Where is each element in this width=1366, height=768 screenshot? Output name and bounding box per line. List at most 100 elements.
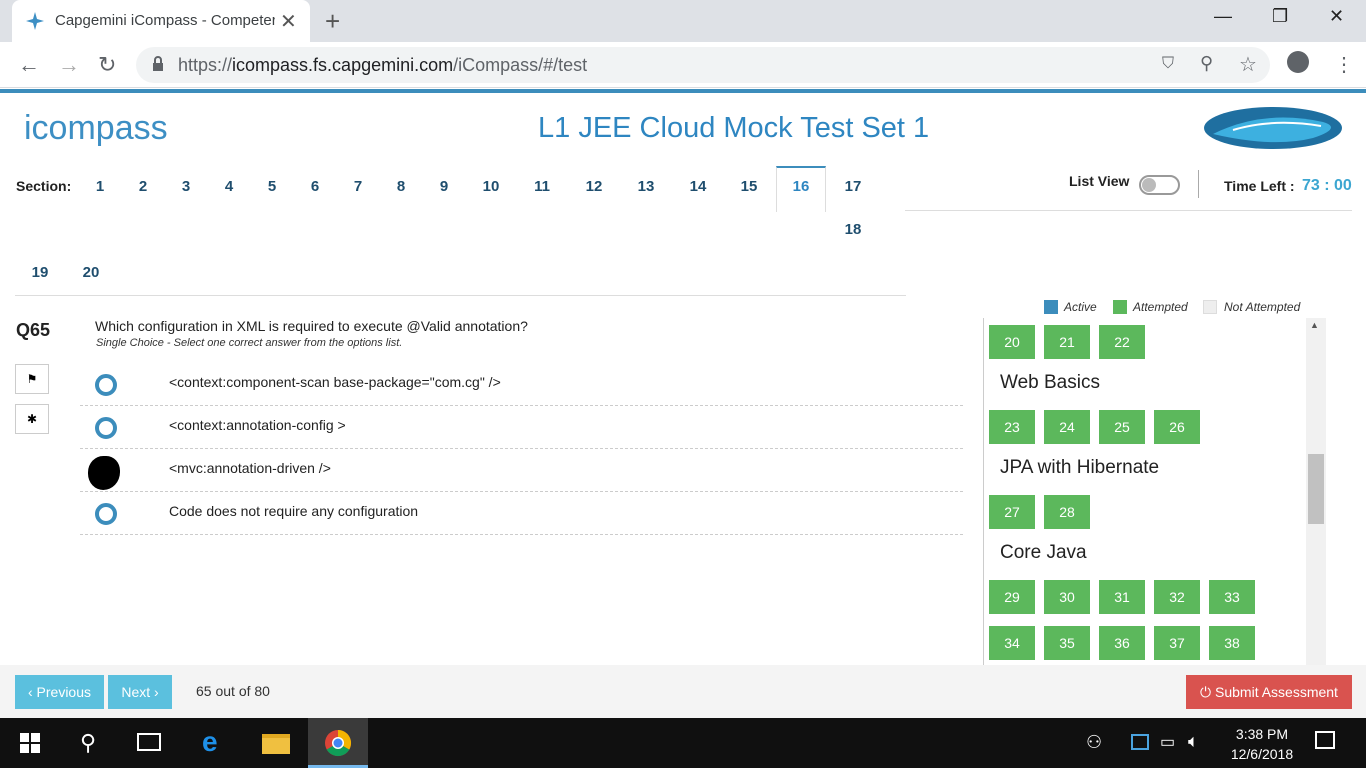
section-tab-10[interactable]: 10 <box>471 178 511 195</box>
chrome-taskbar-icon[interactable] <box>308 718 368 768</box>
section-tab-7[interactable]: 7 <box>338 178 378 195</box>
new-tab-icon[interactable]: + <box>325 6 340 37</box>
question-jump-23[interactable]: 23 <box>989 410 1035 444</box>
bug-icon: ✱ <box>26 412 38 426</box>
zoom-icon[interactable]: ⚲ <box>1200 53 1213 74</box>
time-left-value: 73 : 00 <box>1302 177 1352 194</box>
section-tab-2[interactable]: 2 <box>123 178 163 195</box>
section-tab-15[interactable]: 15 <box>729 178 769 195</box>
report-bug-button[interactable]: ✱ <box>15 404 49 434</box>
group-heading: Core Java <box>1000 542 1087 563</box>
question-jump-31[interactable]: 31 <box>1099 580 1145 614</box>
section-tab-5[interactable]: 5 <box>252 178 292 195</box>
section-tab-12[interactable]: 12 <box>574 178 614 195</box>
lock-icon <box>153 56 163 71</box>
question-jump-27[interactable]: 27 <box>989 495 1035 529</box>
browser-tab[interactable]: Capgemini iCompass - Competer ✕ <box>12 0 310 42</box>
answer-option[interactable]: Code does not require any configuration <box>80 492 963 535</box>
section-tab-9[interactable]: 9 <box>424 178 464 195</box>
notifications-icon[interactable] <box>1315 731 1335 749</box>
reload-icon[interactable]: ↻ <box>98 52 116 78</box>
clock-date: 12/6/2018 <box>1230 746 1294 762</box>
question-jump-24[interactable]: 24 <box>1044 410 1090 444</box>
section-tab-18[interactable]: 18 <box>833 221 873 238</box>
question-jump-35[interactable]: 35 <box>1044 626 1090 660</box>
question-jump-37[interactable]: 37 <box>1154 626 1200 660</box>
question-jump-33[interactable]: 33 <box>1209 580 1255 614</box>
menu-icon[interactable]: ⋮ <box>1334 52 1354 77</box>
toggle-knob <box>1142 178 1156 192</box>
start-button[interactable] <box>0 718 60 768</box>
restore-icon[interactable]: ❐ <box>1272 6 1288 27</box>
question-jump-34[interactable]: 34 <box>989 626 1035 660</box>
star-icon[interactable]: ☆ <box>1239 52 1257 77</box>
group-heading: JPA with Hibernate <box>1000 457 1160 478</box>
option-text: <mvc:annotation-driven /> <box>169 460 331 476</box>
radio-button[interactable] <box>95 503 117 525</box>
browser-toolbar: ← → ↻ https://icompass.fs.capgemini.com/… <box>0 42 1366 88</box>
question-jump-28[interactable]: 28 <box>1044 495 1090 529</box>
people-icon[interactable]: ⚇ <box>1086 732 1102 753</box>
volume-icon[interactable]: 🔈︎ <box>1188 731 1199 752</box>
section-tab-14[interactable]: 14 <box>678 178 718 195</box>
answer-option[interactable]: <mvc:annotation-driven /> <box>80 449 963 492</box>
minimize-icon[interactable]: — <box>1214 6 1232 27</box>
next-button[interactable]: Next › <box>108 675 172 709</box>
section-tab-16[interactable]: 16 <box>781 178 821 195</box>
question-jump-32[interactable]: 32 <box>1154 580 1200 614</box>
question-jump-22[interactable]: 22 <box>1099 325 1145 359</box>
question-jump-36[interactable]: 36 <box>1099 626 1145 660</box>
address-bar[interactable]: https://icompass.fs.capgemini.com/iCompa… <box>136 47 1270 83</box>
search-icon[interactable]: ⚲ <box>60 718 120 768</box>
radio-selected[interactable] <box>88 456 120 490</box>
shield-icon[interactable]: ⛉ <box>1162 55 1174 73</box>
taskbar-clock[interactable]: 3:38 PM 12/6/2018 <box>1226 724 1298 764</box>
question-jump-25[interactable]: 25 <box>1099 410 1145 444</box>
section-tab-1[interactable]: 1 <box>80 178 120 195</box>
answer-option[interactable]: <context:component-scan base-package="co… <box>80 363 963 406</box>
question-instructions: Single Choice - Select one correct answe… <box>96 337 403 349</box>
section-tab-8[interactable]: 8 <box>381 178 421 195</box>
answer-option[interactable]: <context:annotation-config > <box>80 406 963 449</box>
previous-button[interactable]: ‹ Previous <box>15 675 104 709</box>
section-tab-13[interactable]: 13 <box>626 178 666 195</box>
tab-close-icon[interactable]: ✕ <box>280 9 297 34</box>
list-view-toggle[interactable] <box>1139 175 1180 195</box>
question-jump-26[interactable]: 26 <box>1154 410 1200 444</box>
task-view-icon[interactable] <box>120 718 180 768</box>
forward-icon[interactable]: → <box>58 52 80 78</box>
radio-button[interactable] <box>95 374 117 396</box>
question-jump-38[interactable]: 38 <box>1209 626 1255 660</box>
window-close-icon[interactable]: ✕ <box>1329 6 1344 27</box>
section-tab-11[interactable]: 11 <box>522 178 562 195</box>
section-label: Section: <box>16 178 72 194</box>
radio-button[interactable] <box>95 417 117 439</box>
profile-icon[interactable] <box>1287 51 1309 73</box>
edge-icon[interactable]: e <box>184 718 244 768</box>
flag-button[interactable]: ⚑ <box>15 364 49 394</box>
question-jump-29[interactable]: 29 <box>989 580 1035 614</box>
test-title: L1 JEE Cloud Mock Test Set 1 <box>538 112 930 144</box>
option-text: Code does not require any configuration <box>169 503 419 519</box>
panel-scrollbar-thumb[interactable] <box>1308 454 1324 524</box>
question-jump-21[interactable]: 21 <box>1044 325 1090 359</box>
section-tab-20[interactable]: 20 <box>71 264 111 281</box>
scroll-up-icon[interactable]: ▲ <box>1310 320 1319 330</box>
question-jump-20[interactable]: 20 <box>989 325 1035 359</box>
question-jump-30[interactable]: 30 <box>1044 580 1090 614</box>
url-text: https://icompass.fs.capgemini.com/iCompa… <box>178 55 588 75</box>
network-app-icon[interactable] <box>1131 734 1149 750</box>
submit-assessment-button[interactable]: ⏻ Submit Assessment <box>1186 675 1352 709</box>
chrome-icon <box>325 729 352 757</box>
section-tab-19[interactable]: 19 <box>20 264 60 281</box>
legend-not-attempted-swatch <box>1203 300 1217 314</box>
file-explorer-icon[interactable] <box>245 718 305 768</box>
section-tab-6[interactable]: 6 <box>295 178 335 195</box>
wifi-icon[interactable]: ▭ <box>1160 732 1175 752</box>
back-icon[interactable]: ← <box>18 52 40 78</box>
section-tab-4[interactable]: 4 <box>209 178 249 195</box>
section-tab-17[interactable]: 17 <box>833 178 873 195</box>
top-accent-bar <box>0 89 1366 93</box>
legend-active-label: Active <box>1064 300 1097 314</box>
section-tab-3[interactable]: 3 <box>166 178 206 195</box>
